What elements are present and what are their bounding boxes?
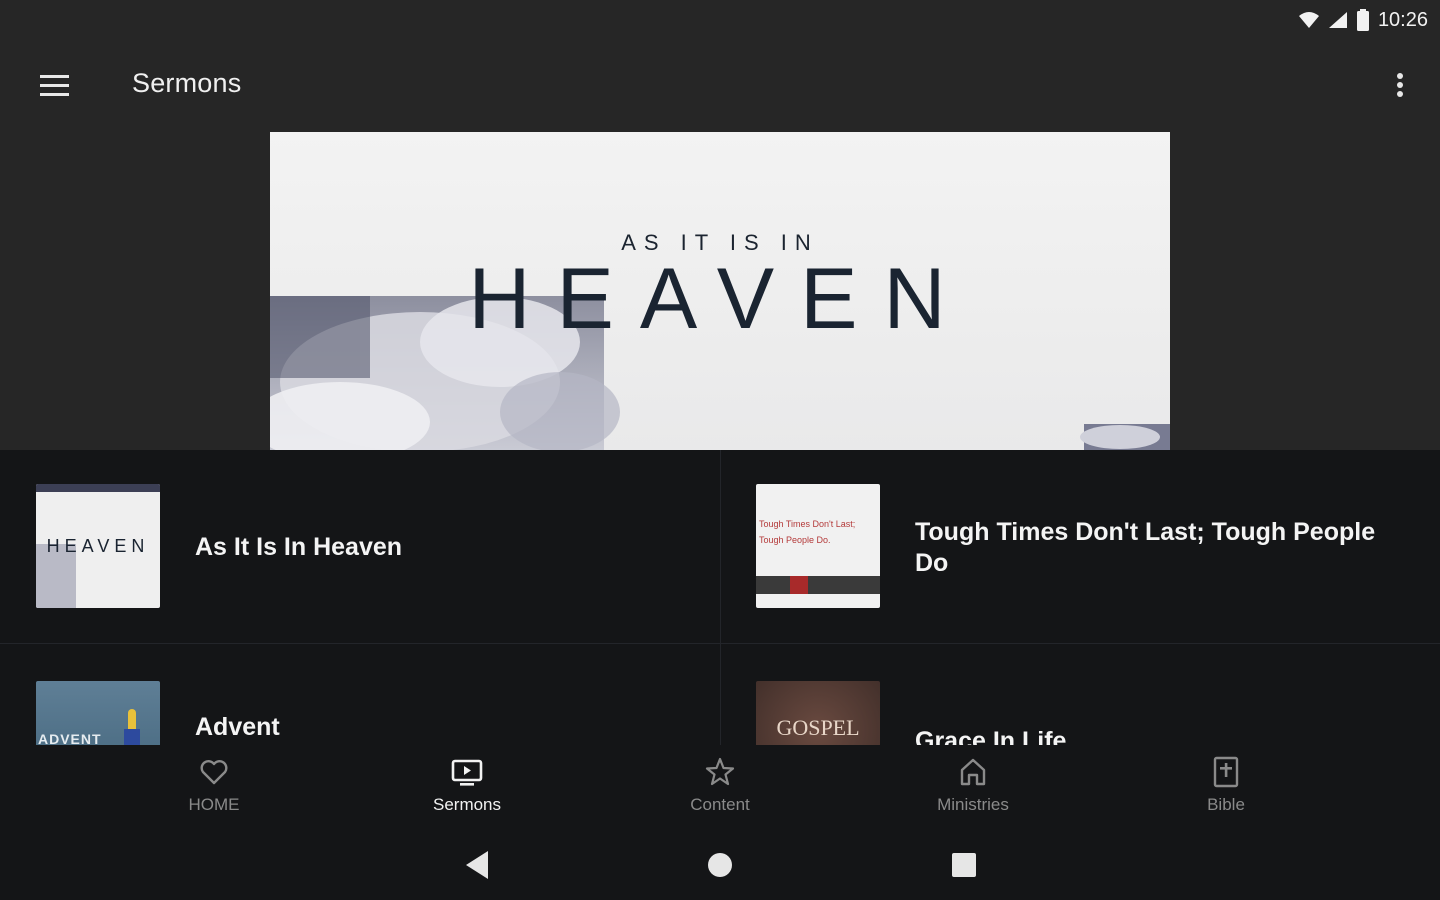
bible-icon bbox=[1213, 756, 1239, 788]
series-card-grace-in-life[interactable]: GOSPEL Grace In Life bbox=[720, 644, 1440, 745]
nav-home[interactable]: HOME bbox=[124, 755, 304, 825]
back-icon[interactable] bbox=[460, 848, 496, 882]
series-card-advent[interactable]: ADVENT Advent bbox=[0, 644, 720, 745]
nav-label: Content bbox=[690, 795, 750, 814]
bottom-navigation: HOME Sermons Content Ministries Bible bbox=[0, 745, 1440, 828]
nav-bible[interactable]: Bible bbox=[1136, 755, 1316, 825]
thumb-text: ADVENT bbox=[38, 731, 102, 745]
status-bar: 10:26 bbox=[0, 0, 1440, 40]
house-icon bbox=[960, 758, 986, 786]
status-time: 10:26 bbox=[1377, 8, 1428, 31]
nav-label: HOME bbox=[188, 795, 240, 814]
heart-icon bbox=[200, 760, 228, 785]
thumb-text: HEAVEN bbox=[46, 536, 150, 556]
tv-play-icon bbox=[451, 759, 483, 786]
series-title: Advent bbox=[195, 713, 280, 741]
series-title: Tough Times Don't Last; Tough People Do bbox=[915, 518, 1376, 577]
battery-icon bbox=[1356, 9, 1369, 31]
series-title: As It Is In Heaven bbox=[195, 533, 403, 561]
featured-banner-area: AS IT IS IN HEAVEN bbox=[0, 132, 1440, 450]
hamburger-menu-icon[interactable] bbox=[30, 64, 78, 108]
featured-banner[interactable]: AS IT IS IN HEAVEN bbox=[270, 132, 1170, 450]
nav-label: Bible bbox=[1207, 795, 1245, 814]
recents-icon[interactable] bbox=[946, 848, 982, 882]
more-vert-icon[interactable] bbox=[1386, 66, 1414, 106]
nav-label: Sermons bbox=[432, 795, 502, 814]
nav-ministries[interactable]: Ministries bbox=[883, 755, 1063, 825]
home-icon[interactable] bbox=[702, 848, 738, 882]
signal-icon bbox=[1328, 12, 1347, 28]
star-icon bbox=[705, 757, 735, 786]
sermon-series-grid: HEAVEN As It Is In Heaven Tough Times Do… bbox=[0, 450, 1440, 745]
app-bar: Sermons bbox=[0, 40, 1440, 132]
thumb-text: Tough Times Don't Last; Tough People Do. bbox=[759, 519, 856, 545]
series-card-tough-times[interactable]: Tough Times Don't Last; Tough People Do.… bbox=[720, 450, 1440, 644]
series-card-as-it-is-in-heaven[interactable]: HEAVEN As It Is In Heaven bbox=[0, 450, 720, 644]
nav-content[interactable]: Content bbox=[630, 755, 810, 825]
nav-label: Ministries bbox=[937, 795, 1009, 814]
series-thumbnail: HEAVEN bbox=[36, 484, 160, 608]
wifi-icon bbox=[1298, 12, 1319, 28]
page-title: Sermons bbox=[132, 68, 242, 98]
series-thumbnail: GOSPEL bbox=[756, 681, 880, 745]
series-thumbnail: ADVENT bbox=[36, 681, 160, 745]
series-title: Grace In Life bbox=[915, 727, 1067, 745]
system-navigation-bar bbox=[0, 828, 1440, 900]
nav-sermons[interactable]: Sermons bbox=[377, 755, 557, 825]
series-thumbnail: Tough Times Don't Last; Tough People Do. bbox=[756, 484, 880, 608]
banner-title: HEAVEN bbox=[468, 251, 972, 347]
thumb-text: GOSPEL bbox=[776, 715, 860, 740]
